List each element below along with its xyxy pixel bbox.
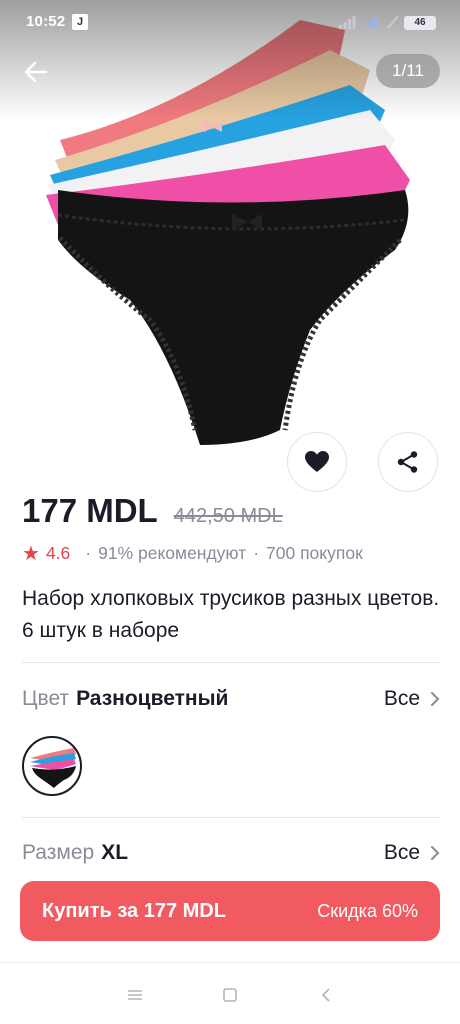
size-option-row[interactable]: Размер XL Все	[22, 836, 440, 870]
color-option-row[interactable]: Цвет Разноцветный Все	[22, 682, 440, 716]
size-label: Размер	[22, 841, 95, 864]
heart-icon	[305, 451, 329, 472]
chevron-right-icon	[431, 846, 440, 860]
wifi-icon	[364, 14, 378, 27]
back-arrow-icon[interactable]	[22, 58, 50, 86]
purchases-text: 700 покупок	[266, 543, 363, 563]
size-all-label: Все	[383, 841, 420, 864]
old-price: 442,50 MDL	[173, 505, 283, 527]
divider	[22, 817, 440, 818]
star-icon: ★	[22, 543, 40, 565]
share-icon	[397, 451, 418, 473]
recommend-text: 91% рекомендуют	[98, 543, 247, 563]
color-all-link[interactable]: Все	[384, 687, 440, 711]
size-value: XL	[101, 841, 129, 864]
favorite-button[interactable]	[287, 432, 347, 492]
color-swatch[interactable]	[22, 736, 82, 796]
battery-icon: 46	[404, 16, 436, 30]
share-button[interactable]	[378, 432, 438, 492]
signal-icon	[339, 16, 356, 29]
image-counter: 1/11	[376, 54, 440, 88]
discount-label: Скидка 60%	[317, 900, 418, 921]
color-label: Цвет	[22, 687, 70, 710]
buy-button[interactable]: Купить за 177 MDL Скидка 60%	[20, 881, 440, 941]
chevron-right-icon	[431, 692, 440, 706]
app-notification-icon: J	[72, 14, 88, 30]
separator-dot: ·	[85, 543, 92, 563]
color-value: Разноцветный	[76, 687, 229, 710]
rating-row: ★ 4.6 · 91% рекомендуют · 700 покупок	[22, 541, 363, 566]
menu-icon[interactable]	[125, 985, 145, 1005]
current-price: 177 MDL	[22, 492, 158, 529]
status-bar: 10:52 J 46	[0, 0, 460, 44]
size-all-link[interactable]: Все	[384, 841, 440, 865]
price-row: 177 MDL 442,50 MDL	[22, 492, 283, 536]
product-title: Набор хлопковых трусиков разных цветов. …	[22, 587, 440, 642]
color-all-label: Все	[383, 687, 420, 710]
data-icon	[387, 15, 399, 29]
system-nav-bar	[0, 962, 460, 1024]
separator-dot: ·	[253, 543, 260, 563]
swatch-thumbnail	[30, 748, 76, 788]
buy-button-label: Купить за 177 MDL	[42, 899, 226, 922]
divider	[22, 662, 440, 663]
nav-back-icon[interactable]	[316, 985, 336, 1005]
status-time: 10:52	[26, 13, 66, 30]
rating-value: 4.6	[45, 543, 71, 563]
home-square-icon[interactable]	[220, 985, 240, 1005]
